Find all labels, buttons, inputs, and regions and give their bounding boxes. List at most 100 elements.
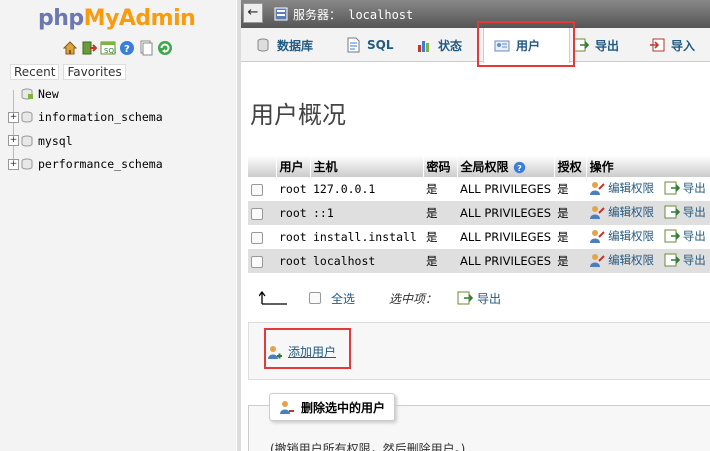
export-icon: [573, 38, 589, 52]
edit-privileges-label: 编辑权限: [608, 252, 655, 267]
tree-item-label: performance_schema: [38, 157, 163, 172]
export-icon: [664, 181, 680, 194]
sql-icon: [347, 37, 360, 53]
edit-privileges-link[interactable]: 编辑权限: [589, 204, 654, 220]
with-selected-bar: 全选 选中项： 导出: [259, 288, 501, 308]
cell-password: 是: [423, 201, 457, 225]
row-checkbox[interactable]: [251, 207, 263, 220]
tab-label: 导入: [671, 38, 696, 53]
expand-icon[interactable]: +: [8, 158, 19, 170]
add-user-highlight-box: [264, 328, 351, 369]
export-row-link[interactable]: 导出: [664, 252, 706, 268]
tree-item-information-schema[interactable]: + information_schema: [8, 106, 163, 130]
cell-grant: 是: [554, 225, 587, 249]
row-checkbox[interactable]: [251, 183, 263, 196]
server-label[interactable]: 服务器： localhost: [293, 6, 413, 23]
select-all-label[interactable]: 全选: [331, 290, 355, 307]
top-menu-tabs: 数据库 SQL 状态 用户 导出 导入: [241, 28, 710, 63]
cell-grant: 是: [554, 177, 587, 201]
edit-privileges-link[interactable]: 编辑权限: [589, 228, 654, 244]
export-row-link[interactable]: 导出: [664, 180, 706, 196]
tree-item-performance-schema[interactable]: + performance_schema: [8, 153, 163, 177]
cell-privileges: ALL PRIVILEGES: [457, 249, 555, 273]
reload-icon[interactable]: [157, 40, 173, 56]
docs-icon[interactable]: ?: [119, 40, 135, 56]
database-icon: [21, 135, 33, 147]
help-icon[interactable]: ?: [513, 161, 526, 174]
cell-user: root: [276, 177, 310, 201]
tab-label: 状态: [438, 38, 463, 53]
database-tree: New + information_schema + mysql + perfo…: [8, 82, 163, 176]
tab-export[interactable]: 导出: [573, 28, 619, 62]
expand-icon[interactable]: +: [8, 135, 19, 147]
tab-status[interactable]: 状态: [416, 28, 462, 62]
delete-users-legend: 删除选中的用户: [269, 393, 396, 421]
export-selected-button[interactable]: 导出: [457, 290, 501, 307]
tab-label: 导出: [595, 38, 620, 53]
cell-privileges: ALL PRIVILEGES: [457, 177, 555, 201]
column-header-password[interactable]: 密码: [423, 155, 458, 177]
recent-tab[interactable]: Recent: [10, 64, 60, 80]
user-overview-table: 用户 主机 密码 全局权限 ? 授权 操作 root 127.0.0.1 是 A…: [248, 155, 710, 273]
svg-text:?: ?: [124, 44, 130, 55]
export-icon: [664, 253, 680, 266]
tab-sql[interactable]: SQL: [345, 28, 394, 62]
cell-user: root: [276, 201, 310, 225]
export-label: 导出: [682, 252, 706, 267]
cell-actions: 编辑权限 导出: [586, 177, 710, 201]
edit-privileges-link[interactable]: 编辑权限: [589, 252, 654, 268]
tab-label: 数据库: [277, 38, 314, 53]
copy-icon[interactable]: [138, 40, 154, 56]
edit-privileges-icon: [590, 205, 605, 219]
tab-import[interactable]: 导入: [649, 28, 695, 62]
edit-privileges-label: 编辑权限: [608, 204, 655, 219]
row-select-cell: [248, 201, 276, 225]
table-row: root install.install 是 ALL PRIVILEGES 是 …: [248, 225, 710, 249]
edit-privileges-icon: [590, 181, 605, 195]
cell-password: 是: [423, 249, 457, 273]
svg-text:?: ?: [517, 162, 522, 172]
export-row-link[interactable]: 导出: [664, 228, 706, 244]
query-window-icon[interactable]: SQL: [100, 40, 116, 56]
cell-actions: 编辑权限 导出: [586, 225, 710, 249]
nav-icon-bar: SQL ?: [62, 40, 173, 56]
select-all-checkbox[interactable]: [309, 292, 321, 304]
page-title: 用户概况: [250, 101, 346, 129]
database-icon: [257, 38, 269, 52]
column-header-global-privileges[interactable]: 全局权限 ?: [457, 155, 555, 177]
cell-host: 127.0.0.1: [310, 177, 423, 201]
recent-favorites-bar: Recent Favorites: [10, 64, 126, 80]
tree-item-label: mysql: [38, 133, 73, 148]
export-selected-label: 导出: [477, 291, 502, 306]
row-checkbox[interactable]: [251, 231, 263, 244]
tab-databases[interactable]: 数据库: [255, 28, 313, 62]
cell-actions: 编辑权限 导出: [586, 201, 710, 225]
import-icon: [650, 38, 665, 52]
tree-item-label: information_schema: [38, 110, 163, 125]
favorites-tab[interactable]: Favorites: [63, 64, 126, 80]
select-column-header: [248, 155, 277, 177]
row-select-cell: [248, 249, 276, 273]
table-row: root ::1 是 ALL PRIVILEGES 是 编辑权限 导出: [248, 201, 710, 225]
row-checkbox[interactable]: [251, 255, 263, 268]
tree-item-new[interactable]: New: [8, 82, 163, 106]
export-label: 导出: [682, 180, 706, 195]
exit-icon[interactable]: [81, 40, 97, 56]
table-header-row: 用户 主机 密码 全局权限 ? 授权 操作: [248, 155, 710, 177]
home-icon[interactable]: [62, 40, 78, 56]
column-header-user[interactable]: 用户: [276, 155, 311, 177]
cell-user: root: [276, 249, 310, 273]
export-label: 导出: [682, 228, 706, 243]
export-row-link[interactable]: 导出: [664, 204, 706, 220]
cell-grant: 是: [554, 249, 587, 273]
column-header-host[interactable]: 主机: [310, 155, 424, 177]
edit-privileges-link[interactable]: 编辑权限: [589, 180, 654, 196]
cell-grant: 是: [554, 201, 587, 225]
collapse-nav-button[interactable]: ←: [243, 3, 263, 23]
new-database-icon: [21, 88, 33, 100]
phpmyadmin-logo[interactable]: phpMyAdmin: [38, 6, 196, 31]
expand-icon[interactable]: +: [8, 111, 19, 123]
export-icon: [664, 229, 680, 242]
export-icon: [457, 291, 474, 305]
tree-item-mysql[interactable]: + mysql: [8, 129, 163, 153]
